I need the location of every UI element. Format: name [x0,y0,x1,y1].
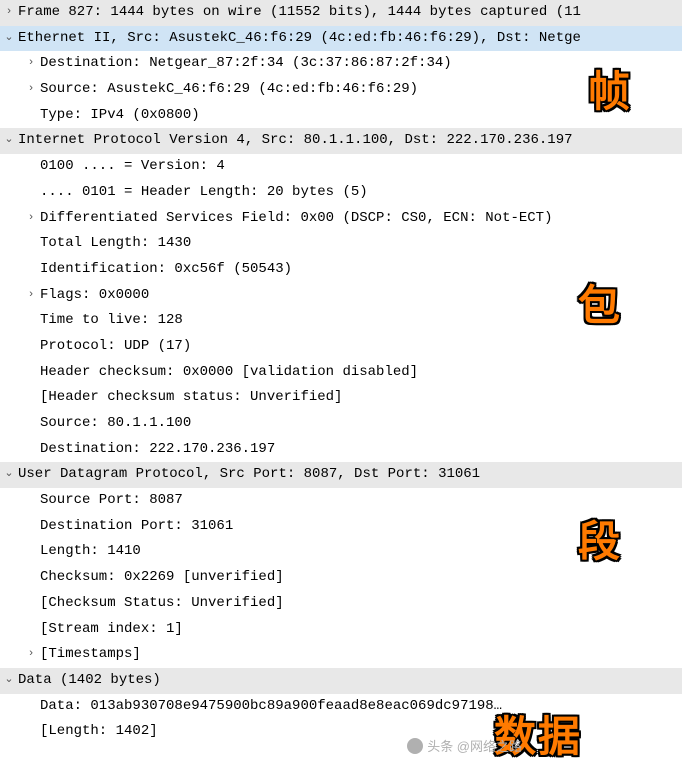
ip-header-length-row[interactable]: .... 0101 = Header Length: 20 bytes (5) [0,180,682,206]
eth-destination-row[interactable]: › Destination: Netgear_87:2f:34 (3c:37:8… [0,51,682,77]
udp-length-text: Length: 1410 [40,541,141,563]
ip-header-row[interactable]: ⌄ Internet Protocol Version 4, Src: 80.1… [0,128,682,154]
eth-source-text: Source: AsustekC_46:f6:29 (4c:ed:fb:46:f… [40,79,418,101]
ip-checksum-status-text: [Header checksum status: Unverified] [40,387,342,409]
eth-destination-text: Destination: Netgear_87:2f:34 (3c:37:86:… [40,53,452,75]
ip-destination-row[interactable]: Destination: 222.170.236.197 [0,437,682,463]
udp-timestamps-text: [Timestamps] [40,644,141,666]
ip-checksum-status-row[interactable]: [Header checksum status: Unverified] [0,385,682,411]
annotation-segment: 段 [578,508,622,569]
udp-stream-index-row[interactable]: [Stream index: 1] [0,617,682,643]
udp-stream-index-text: [Stream index: 1] [40,619,183,641]
ip-total-length-text: Total Length: 1430 [40,233,191,255]
ip-destination-text: Destination: 222.170.236.197 [40,439,275,461]
ip-dsf-row[interactable]: › Differentiated Services Field: 0x00 (D… [0,206,682,232]
udp-checksum-status-text: [Checksum Status: Unverified] [40,593,284,615]
annotation-packet: 包 [578,272,622,333]
udp-header-row[interactable]: ⌄ User Datagram Protocol, Src Port: 8087… [0,462,682,488]
watermark-icon [407,738,423,754]
ip-header-length-text: .... 0101 = Header Length: 20 bytes (5) [40,182,368,204]
chevron-right-icon[interactable]: › [22,208,40,227]
data-bytes-text: Data: 013ab930708e9475900bc89a900feaad8e… [40,696,502,718]
ip-source-text: Source: 80.1.1.100 [40,413,191,435]
ip-total-length-row[interactable]: Total Length: 1430 [0,231,682,257]
ip-version-row[interactable]: 0100 .... = Version: 4 [0,154,682,180]
eth-type-row[interactable]: Type: IPv4 (0x0800) [0,103,682,129]
data-length-text: [Length: 1402] [40,721,158,743]
udp-checksum-status-row[interactable]: [Checksum Status: Unverified] [0,591,682,617]
chevron-right-icon[interactable]: › [0,2,18,21]
udp-timestamps-row[interactable]: › [Timestamps] [0,642,682,668]
udp-dst-port-text: Destination Port: 31061 [40,516,233,538]
ip-checksum-row[interactable]: Header checksum: 0x0000 [validation disa… [0,360,682,386]
ip-protocol-text: Protocol: UDP (17) [40,336,191,358]
ethernet-header-row[interactable]: ⌄ Ethernet II, Src: AsustekC_46:f6:29 (4… [0,26,682,52]
watermark: 头条 @网络之路 [407,736,522,755]
chevron-right-icon[interactable]: › [22,79,40,98]
ip-source-row[interactable]: Source: 80.1.1.100 [0,411,682,437]
chevron-down-icon[interactable]: ⌄ [0,130,18,149]
udp-header-text: User Datagram Protocol, Src Port: 8087, … [18,464,480,486]
ip-identification-text: Identification: 0xc56f (50543) [40,259,292,281]
eth-source-row[interactable]: › Source: AsustekC_46:f6:29 (4c:ed:fb:46… [0,77,682,103]
ip-flags-text: Flags: 0x0000 [40,285,149,307]
watermark-text: 头条 @网络之路 [427,736,522,755]
chevron-down-icon[interactable]: ⌄ [0,670,18,689]
chevron-right-icon[interactable]: › [22,644,40,663]
chevron-right-icon[interactable]: › [22,285,40,304]
ip-checksum-text: Header checksum: 0x0000 [validation disa… [40,362,418,384]
udp-src-port-text: Source Port: 8087 [40,490,183,512]
frame-header-text: Frame 827: 1444 bytes on wire (11552 bit… [18,2,581,24]
frame-header-row[interactable]: › Frame 827: 1444 bytes on wire (11552 b… [0,0,682,26]
annotation-frame: 帧 [588,58,632,119]
ethernet-header-text: Ethernet II, Src: AsustekC_46:f6:29 (4c:… [18,28,581,50]
data-header-text: Data (1402 bytes) [18,670,161,692]
udp-checksum-text: Checksum: 0x2269 [unverified] [40,567,284,589]
ip-dsf-text: Differentiated Services Field: 0x00 (DSC… [40,208,552,230]
chevron-down-icon[interactable]: ⌄ [0,28,18,47]
chevron-right-icon[interactable]: › [22,53,40,72]
ip-header-text: Internet Protocol Version 4, Src: 80.1.1… [18,130,573,152]
ip-version-text: 0100 .... = Version: 4 [40,156,225,178]
ip-protocol-row[interactable]: Protocol: UDP (17) [0,334,682,360]
ip-ttl-text: Time to live: 128 [40,310,183,332]
chevron-down-icon[interactable]: ⌄ [0,464,18,483]
data-header-row[interactable]: ⌄ Data (1402 bytes) [0,668,682,694]
eth-type-text: Type: IPv4 (0x0800) [40,105,200,127]
